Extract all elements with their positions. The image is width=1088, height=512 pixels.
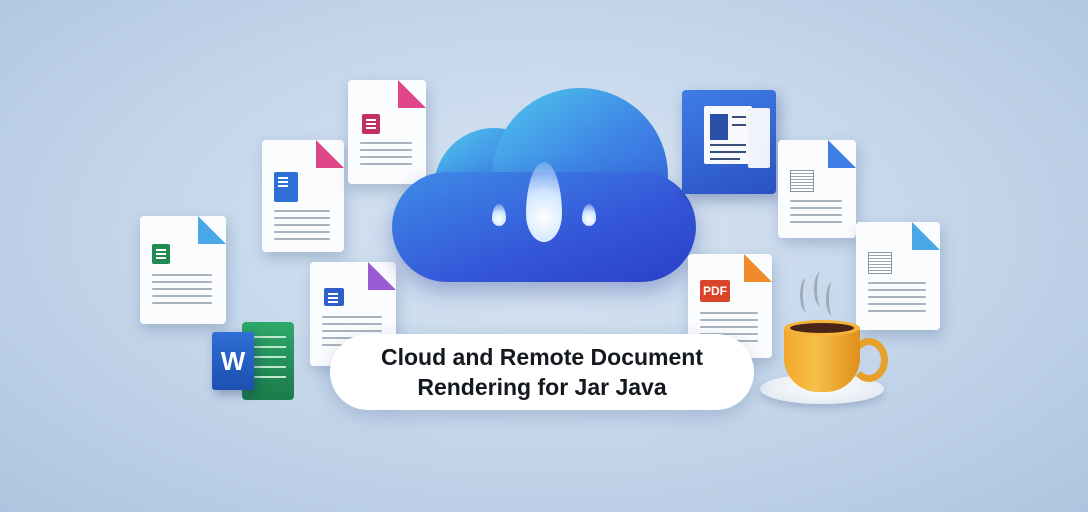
word-letter-icon: W: [212, 332, 254, 390]
office-app-icon: W: [212, 316, 296, 404]
pdf-badge: PDF: [700, 280, 730, 302]
title-line-2: Rendering for Jar Java: [417, 374, 667, 400]
excel-document-icon: [140, 216, 226, 324]
small-drop-icon: [492, 204, 506, 226]
word-document-icon: [262, 140, 344, 252]
side-page: [748, 108, 770, 168]
coffee-surface: [790, 323, 854, 333]
text-document-icon: [778, 140, 856, 238]
illustration-canvas: W PDF Cloud and Remote Document Renderin…: [0, 0, 1088, 512]
title-line-1: Cloud and Remote Document: [380, 344, 703, 370]
small-drop-icon: [582, 204, 596, 226]
cloud-icon: [388, 88, 700, 284]
coffee-cup-icon: [760, 270, 890, 410]
title-banner: Cloud and Remote Document Rendering for …: [330, 334, 754, 410]
word-document-icon: [682, 90, 776, 194]
